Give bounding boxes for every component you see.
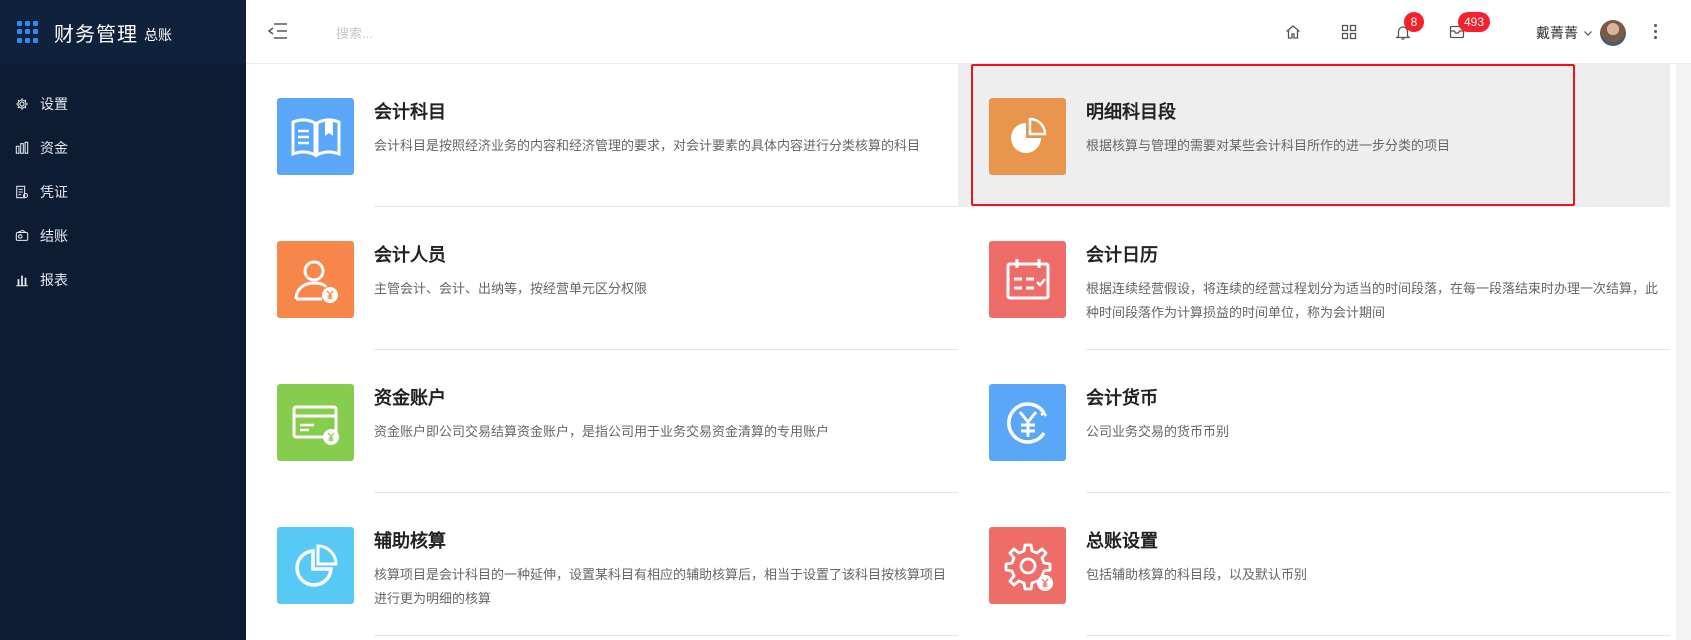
wallet-icon bbox=[14, 228, 30, 244]
more-vertical-icon[interactable] bbox=[1649, 20, 1661, 42]
sidebar-item-label: 凭证 bbox=[40, 184, 68, 200]
avatar[interactable] bbox=[1600, 20, 1626, 46]
chevron-down-icon bbox=[1584, 31, 1592, 36]
sidebar-item-voucher[interactable]: 凭证 bbox=[0, 170, 246, 214]
user-menu[interactable]: 戴菁菁 bbox=[1536, 20, 1626, 46]
pie-chart-icon bbox=[989, 98, 1066, 175]
card-title: 会计人员 bbox=[374, 245, 446, 265]
card-title: 资金账户 bbox=[374, 388, 446, 408]
search-input[interactable] bbox=[336, 20, 696, 46]
accountant-icon bbox=[277, 241, 354, 318]
sidebar-item-label: 结账 bbox=[40, 228, 68, 244]
sidebar-item-label: 报表 bbox=[40, 272, 68, 288]
card-title: 会计货币 bbox=[1086, 388, 1158, 408]
divider bbox=[1086, 635, 1670, 636]
card-accounting-subjects[interactable]: 会计科目 会计科目是按照经济业务的内容和经济管理的要求，对会计要素的具体内容进行… bbox=[246, 64, 958, 207]
bank-icon bbox=[14, 140, 30, 156]
bar-chart-icon bbox=[14, 272, 30, 288]
sidebar-item-label: 资金 bbox=[40, 140, 68, 156]
card-detail-subject-segment[interactable]: 明细科目段 根据核算与管理的需要对某些会计科目所作的进一步分类的项目 bbox=[958, 64, 1670, 207]
messages-badge: 493 bbox=[1458, 12, 1491, 32]
pie-chart-outline-icon bbox=[277, 527, 354, 604]
card-description: 包括辅助核算的科目段，以及默认币别 bbox=[1086, 567, 1308, 582]
apps-grid-icon[interactable] bbox=[17, 21, 39, 43]
card-description: 核算项目是会计科目的一种延伸，设置某科目有相应的辅助核算后，相当于设置了该科目按… bbox=[374, 567, 947, 606]
card-account-icon bbox=[277, 384, 354, 461]
card-accounting-calendar[interactable]: 会计日历 根据连续经营假设，将连续的经营过程划分为适当的时间段落，在每一段落结束… bbox=[958, 207, 1670, 350]
sidebar-item-settings[interactable]: 设置 bbox=[0, 82, 246, 126]
home-icon[interactable] bbox=[1282, 21, 1304, 43]
card-title: 会计日历 bbox=[1086, 245, 1158, 265]
message-icon[interactable]: 493 bbox=[1446, 12, 1491, 43]
notifications-badge: 8 bbox=[1404, 12, 1424, 32]
card-title: 明细科目段 bbox=[1086, 102, 1176, 122]
top-bar: 8 493 戴菁菁 bbox=[246, 0, 1691, 64]
card-title: 辅助核算 bbox=[374, 531, 446, 551]
card-fund-accounts[interactable]: 资金账户 资金账户即公司交易结算资金账户，是指公司用于业务交易资金清算的专用账户 bbox=[246, 350, 958, 493]
scrollbar[interactable] bbox=[1676, 64, 1691, 640]
settings-icon bbox=[989, 527, 1066, 604]
card-description: 根据连续经营假设，将连续的经营过程划分为适当的时间段落，在每一段落结束时办理一次… bbox=[1086, 281, 1659, 320]
apps-icon[interactable] bbox=[1338, 21, 1360, 43]
card-description: 公司业务交易的货币币别 bbox=[1086, 424, 1230, 439]
card-description: 会计科目是按照经济业务的内容和经济管理的要求，对会计要素的具体内容进行分类核算的… bbox=[374, 138, 921, 153]
sidebar-nav: 设置 资金 凭证 结账 报表 bbox=[0, 82, 246, 302]
app-subtitle: 总账 bbox=[144, 26, 172, 43]
voucher-icon bbox=[14, 184, 30, 200]
sidebar: 财务管理 总账 设置 资金 凭证 结账 报表 bbox=[0, 0, 246, 640]
card-title: 总账设置 bbox=[1086, 531, 1158, 551]
gear-icon bbox=[14, 96, 30, 112]
sidebar-item-funds[interactable]: 资金 bbox=[0, 126, 246, 170]
book-icon bbox=[277, 98, 354, 175]
app-title: 财务管理 bbox=[54, 23, 138, 46]
card-description: 资金账户即公司交易结算资金账户，是指公司用于业务交易资金清算的专用账户 bbox=[374, 424, 830, 439]
card-accountants[interactable]: 会计人员 主管会计、会计、出纳等，按经营单元区分权限 bbox=[246, 207, 958, 350]
card-auxiliary-accounting[interactable]: 辅助核算 核算项目是会计科目的一种延伸，设置某科目有相应的辅助核算后，相当于设置… bbox=[246, 493, 958, 636]
sidebar-item-closing[interactable]: 结账 bbox=[0, 214, 246, 258]
menu-collapse-icon[interactable] bbox=[267, 22, 288, 40]
divider bbox=[374, 635, 958, 636]
bell-icon[interactable]: 8 bbox=[1392, 12, 1424, 43]
currency-icon bbox=[989, 384, 1066, 461]
main-content: 会计科目 会计科目是按照经济业务的内容和经济管理的要求，对会计要素的具体内容进行… bbox=[246, 64, 1676, 640]
card-accounting-currency[interactable]: 会计货币 公司业务交易的货币币别 bbox=[958, 350, 1670, 493]
calendar-icon bbox=[989, 241, 1066, 318]
sidebar-item-reports[interactable]: 报表 bbox=[0, 258, 246, 302]
card-title: 会计科目 bbox=[374, 102, 446, 122]
user-name: 戴菁菁 bbox=[1536, 25, 1578, 41]
card-description: 主管会计、会计、出纳等，按经营单元区分权限 bbox=[374, 281, 648, 296]
sidebar-item-label: 设置 bbox=[40, 96, 68, 112]
card-description: 根据核算与管理的需要对某些会计科目所作的进一步分类的项目 bbox=[1086, 138, 1451, 153]
app-header: 财务管理 总账 bbox=[0, 0, 246, 64]
card-ledger-settings[interactable]: 总账设置 包括辅助核算的科目段，以及默认币别 bbox=[958, 493, 1670, 636]
